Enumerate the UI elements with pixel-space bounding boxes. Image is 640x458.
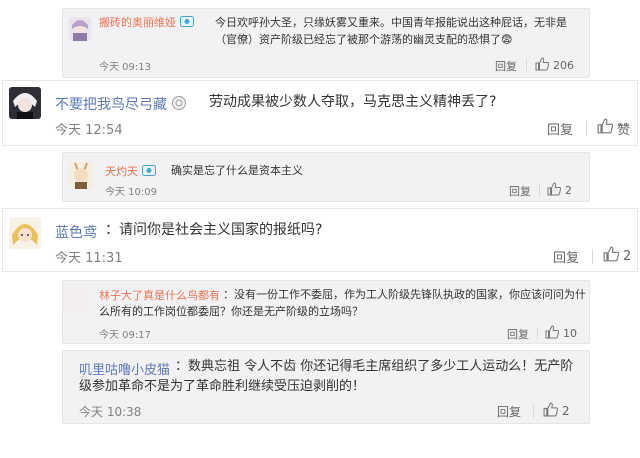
thumbs-up-icon [603,246,620,266]
commenter-name-text[interactable]: 不要把我鸟尽弓藏 [55,97,167,113]
divider [526,59,527,71]
divider [592,249,593,264]
commenter-name[interactable]: 不要把我鸟尽弓藏 [55,94,187,115]
thumbs-up-icon [535,57,550,74]
comment-text: ：数典忘祖 令人不齿 你还记得毛主席组织了多少工人运动么！无产阶级参加革命不是为… [79,359,574,395]
divider [533,405,534,418]
comment-card: 叽里咕噜小皮猫 ：数典忘祖 令人不齿 你还记得毛主席组织了多少工人运动么！无产阶… [62,350,590,424]
avatar[interactable] [63,287,89,313]
fear-emoji-icon: 😨 [501,33,513,47]
member-badge-icon [179,16,194,30]
like-button[interactable]: 赞 [597,118,630,138]
like-count: 206 [553,59,574,72]
comment-text: ：请问你是社会主义国家的报纸吗? [105,222,323,238]
avatar[interactable] [9,217,41,249]
member-badge-icon [141,165,156,179]
level-badge-icon [171,95,187,115]
comment-card: 林子大了真是什么鸟都有 ：没有一份工作不委屈，作为工人阶级先锋队执政的国家，你应… [62,280,590,344]
like-label: 赞 [617,122,631,138]
comment-card: 蓝色鸢 ：请问你是社会主义国家的报纸吗? 今天 11:31 回复 2 [2,208,638,272]
comment-text: 劳动成果被少数人夺取，马克思主义精神丢了? [209,94,497,110]
comment-time: 今天 09:17 [99,330,151,341]
divider [586,121,587,136]
like-button[interactable]: 10 [545,325,577,342]
comment-card: 搬砖的奥丽维娅 今日欢呼孙大圣，只缘妖雾又重来。中国青年报能说出这种屁话，无非是… [62,8,590,78]
reply-button[interactable]: 回复 [497,403,521,420]
comment-card: 天灼天 确实是忘了什么是资本主义 今天 10:09 回复 2 [62,152,590,202]
avatar[interactable] [69,17,91,41]
comment-time: 今天 10:09 [105,187,157,198]
commenter-name-text[interactable]: 天灼天 [105,165,138,178]
divider [539,184,540,196]
reply-button[interactable]: 回复 [495,58,517,74]
commenter-name-text[interactable]: 搬砖的奥丽维娅 [99,16,176,29]
avatar[interactable] [9,87,41,119]
reply-button[interactable]: 回复 [553,247,579,266]
like-button[interactable]: 206 [535,57,574,74]
reply-button[interactable]: 回复 [547,119,573,138]
thumbs-up-icon [597,118,614,138]
comment-text: 确实是忘了什么是资本主义 [171,164,303,177]
comment-card: 不要把我鸟尽弓藏 劳动成果被少数人夺取，马克思主义精神丢了? 今天 12:54 … [2,80,638,146]
comment-time: 今天 12:54 [55,123,123,138]
like-button[interactable]: 2 [547,182,572,199]
thumbs-up-icon [547,182,562,199]
like-count: 2 [623,248,632,264]
thumbs-up-icon [545,325,560,342]
avatar[interactable] [69,161,93,189]
comment-text: 今日欢呼孙大圣，只缘妖雾又重来。中国青年报能说出这种屁话，无非是（官僚）资产阶级… [215,16,567,47]
comment-text: ：没有一份工作不委屈，作为工人阶级先锋队执政的国家，你应该问问为什么所有的工作岗… [99,288,586,319]
thumbs-up-icon [543,402,559,420]
like-button[interactable]: 2 [543,402,570,420]
commenter-name[interactable]: 搬砖的奥丽维娅 [99,14,194,30]
reply-button[interactable]: 回复 [509,183,531,199]
reply-button[interactable]: 回复 [507,326,529,342]
like-count: 2 [562,404,570,418]
commenter-name[interactable]: 蓝色鸢 [55,222,97,242]
like-count: 2 [565,184,572,197]
divider [537,327,538,339]
comment-time: 今天 11:31 [55,251,123,266]
like-button[interactable]: 2 [603,246,631,266]
comment-time: 今天 10:38 [79,405,142,419]
commenter-name-text[interactable]: 蓝色鸢 [55,225,97,241]
commenter-name[interactable]: 天灼天 [105,163,156,179]
like-count: 10 [563,327,577,340]
comment-time: 今天 09:13 [99,62,151,73]
